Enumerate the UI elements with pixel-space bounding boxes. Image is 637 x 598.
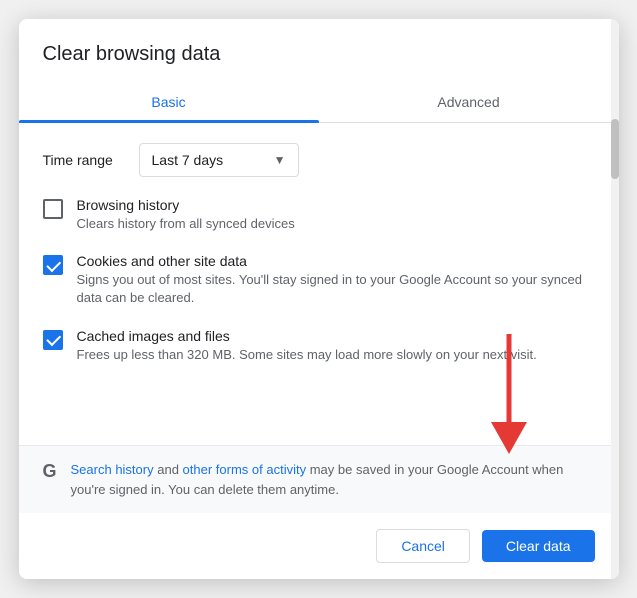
cookies-checkbox[interactable] xyxy=(43,255,63,275)
dialog-footer: Cancel Clear data xyxy=(19,513,619,579)
dropdown-arrow-icon: ▼ xyxy=(274,153,286,167)
scrollbar-thumb[interactable] xyxy=(611,119,619,179)
dialog-title: Clear browsing data xyxy=(19,19,619,66)
browsing-history-checkbox[interactable] xyxy=(43,199,63,219)
cached-checkbox[interactable] xyxy=(43,330,63,350)
info-text-and: and xyxy=(157,462,182,477)
cached-desc: Frees up less than 320 MB. Some sites ma… xyxy=(77,346,595,364)
cached-checkbox-wrap xyxy=(43,330,63,350)
time-range-label: Time range xyxy=(43,152,123,168)
time-range-row: Time range Last 7 days ▼ xyxy=(43,143,595,177)
tab-advanced[interactable]: Advanced xyxy=(319,82,619,122)
google-g-icon: G xyxy=(43,461,57,482)
search-history-link[interactable]: Search history xyxy=(71,462,154,477)
tab-basic[interactable]: Basic xyxy=(19,82,319,122)
info-banner: G Search history and other forms of acti… xyxy=(19,445,619,513)
cookies-desc: Signs you out of most sites. You'll stay… xyxy=(77,271,595,307)
time-range-select[interactable]: Last 7 days ▼ xyxy=(139,143,299,177)
cached-text: Cached images and files Frees up less th… xyxy=(77,328,595,364)
dialog-body: Time range Last 7 days ▼ Browsing histor… xyxy=(19,123,619,441)
other-activity-link[interactable]: other forms of activity xyxy=(183,462,307,477)
time-range-value: Last 7 days xyxy=(152,152,224,168)
cookies-label: Cookies and other site data xyxy=(77,253,595,269)
cookies-text: Cookies and other site data Signs you ou… xyxy=(77,253,595,307)
cancel-button[interactable]: Cancel xyxy=(376,529,470,563)
clear-data-button[interactable]: Clear data xyxy=(482,530,595,562)
cookies-checkbox-wrap xyxy=(43,255,63,275)
browsing-history-text: Browsing history Clears history from all… xyxy=(77,197,595,233)
cached-item: Cached images and files Frees up less th… xyxy=(43,328,595,364)
browsing-history-label: Browsing history xyxy=(77,197,595,213)
browsing-history-item: Browsing history Clears history from all… xyxy=(43,197,595,233)
cookies-item: Cookies and other site data Signs you ou… xyxy=(43,253,595,307)
cached-label: Cached images and files xyxy=(77,328,595,344)
browsing-history-desc: Clears history from all synced devices xyxy=(77,215,595,233)
info-banner-text: Search history and other forms of activi… xyxy=(71,460,595,499)
clear-browsing-data-dialog: Clear browsing data Basic Advanced Time … xyxy=(19,19,619,579)
tabs-container: Basic Advanced xyxy=(19,82,619,123)
browsing-history-checkbox-wrap xyxy=(43,199,63,219)
